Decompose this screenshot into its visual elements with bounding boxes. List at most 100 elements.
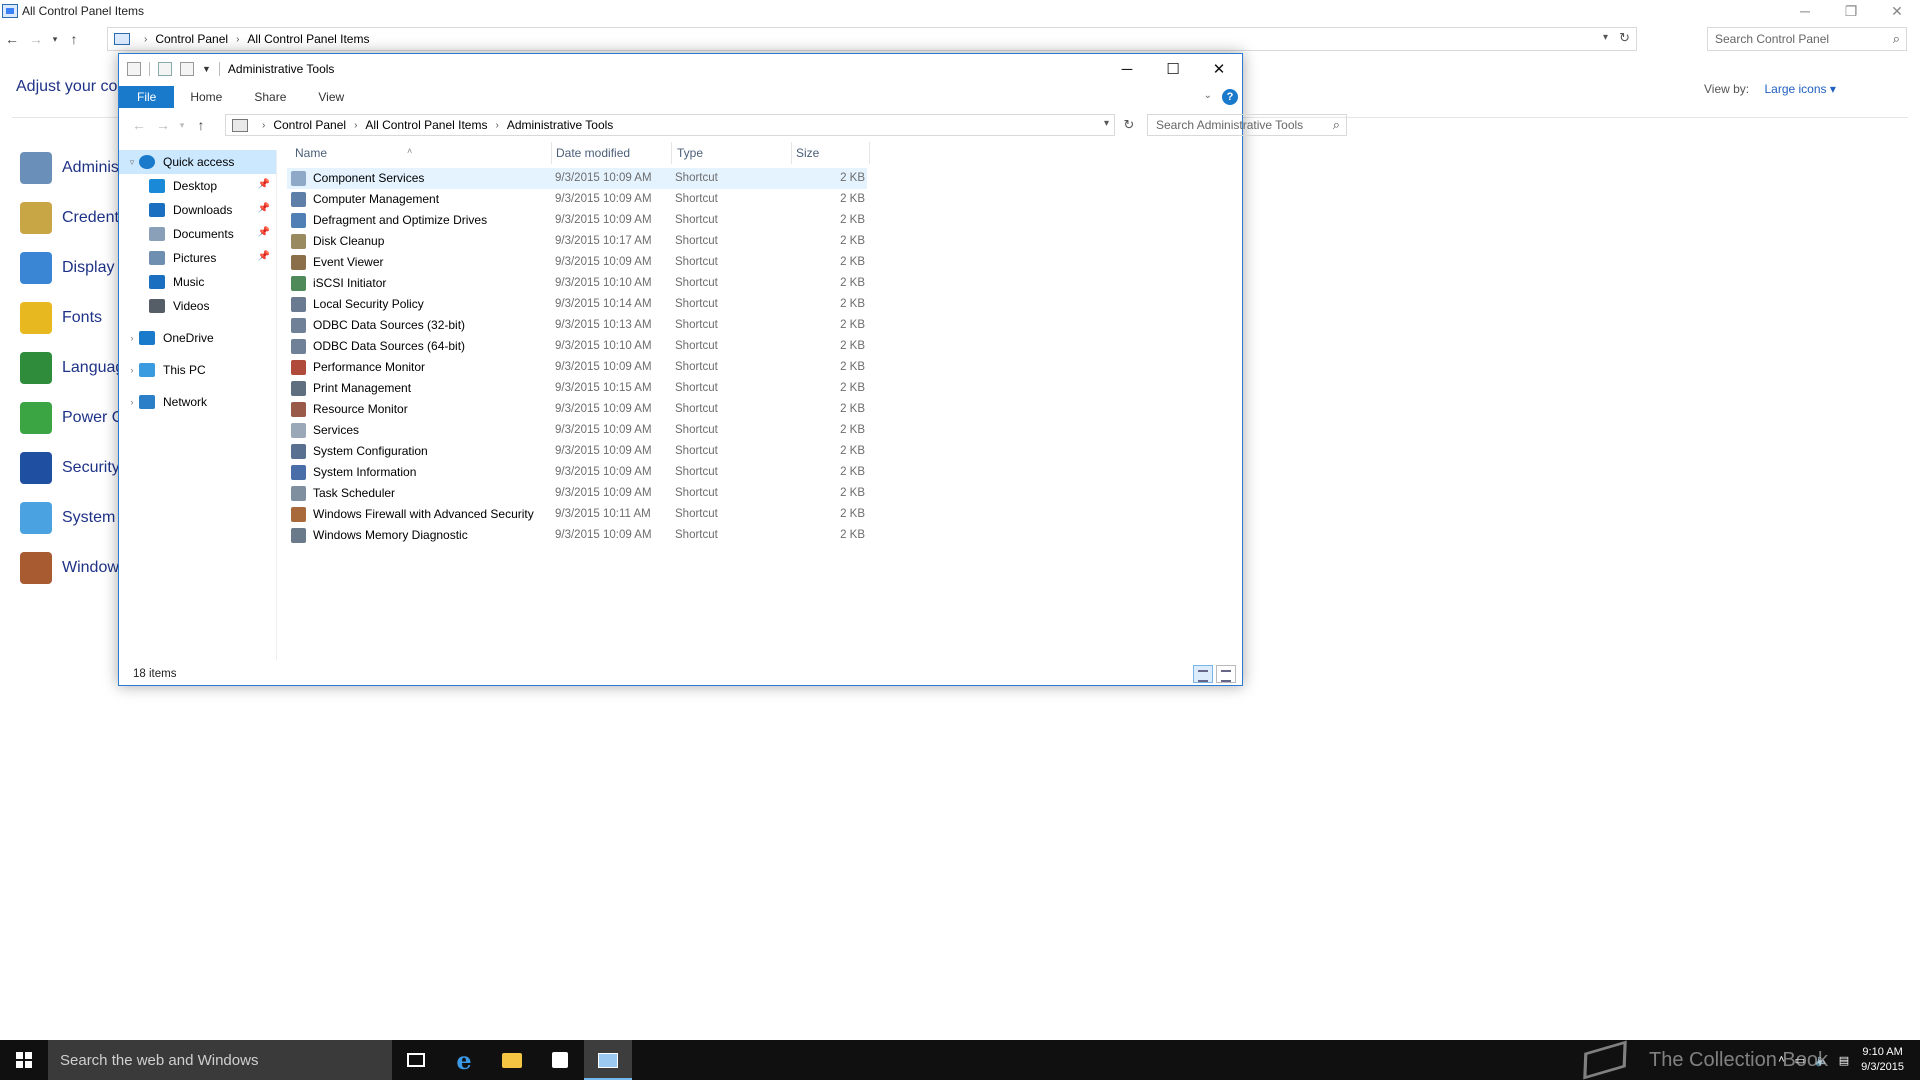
table-row[interactable]: System Information 9/3/2015 10:09 AM Short… bbox=[287, 462, 867, 483]
cp-search-input[interactable]: Search Control Panel ⌕ bbox=[1707, 27, 1907, 51]
table-row[interactable]: Services 9/3/2015 10:09 AM Shortcut 2 KB bbox=[287, 420, 867, 441]
table-row[interactable]: Windows Memory Diagnostic 9/3/2015 10:09 … bbox=[287, 525, 867, 546]
table-row[interactable]: Component Services 9/3/2015 10:09 AM Short… bbox=[287, 168, 867, 189]
customize-qat-icon[interactable]: ▼ bbox=[202, 64, 211, 74]
refresh-icon[interactable]: ↻ bbox=[1619, 30, 1630, 46]
table-row[interactable]: Disk Cleanup 9/3/2015 10:17 AM Shortcut 2 K… bbox=[287, 231, 867, 252]
cp-item[interactable]: Power O bbox=[20, 398, 130, 438]
crumb-control-panel[interactable]: Control Panel bbox=[273, 118, 346, 132]
cp-item[interactable]: Display bbox=[20, 248, 130, 288]
pin-icon[interactable]: 📌 bbox=[258, 251, 270, 262]
refresh-icon[interactable]: ↻ bbox=[1119, 114, 1139, 136]
column-separator[interactable] bbox=[791, 142, 792, 164]
cp-item[interactable]: Fonts bbox=[20, 298, 130, 338]
new-folder-icon[interactable] bbox=[180, 62, 194, 76]
tab-file[interactable]: File bbox=[119, 86, 175, 108]
minimize-button[interactable]: ─ bbox=[1104, 54, 1150, 84]
cp-breadcrumb[interactable]: › Control Panel › All Control Panel Items … bbox=[107, 27, 1637, 51]
expand-icon[interactable]: › bbox=[125, 397, 139, 407]
chevron-down-icon[interactable]: ▾ bbox=[1104, 118, 1109, 129]
cp-restore-button[interactable]: ❐ bbox=[1828, 0, 1874, 22]
forward-button[interactable]: → bbox=[151, 113, 175, 137]
tab-share[interactable]: Share bbox=[238, 86, 302, 108]
task-view-button[interactable] bbox=[392, 1040, 440, 1080]
sidebar-item[interactable]: Desktop 📌 bbox=[119, 174, 276, 198]
sidebar-item[interactable]: › This PC bbox=[119, 358, 276, 382]
crumb-administrative-tools[interactable]: Administrative Tools bbox=[507, 118, 614, 132]
table-row[interactable]: Windows Firewall with Advanced Security 9… bbox=[287, 504, 867, 525]
store-button[interactable] bbox=[536, 1040, 584, 1080]
pin-icon[interactable]: 📌 bbox=[258, 179, 270, 190]
sidebar-item[interactable]: Documents 📌 bbox=[119, 222, 276, 246]
table-row[interactable]: Task Scheduler 9/3/2015 10:09 AM Shortcut 2… bbox=[287, 483, 867, 504]
table-row[interactable]: System Configuration 9/3/2015 10:09 AM Sho… bbox=[287, 441, 867, 462]
control-panel-taskbar-button[interactable] bbox=[584, 1040, 632, 1080]
edge-button[interactable]: e bbox=[440, 1040, 488, 1080]
column-header-name[interactable]: Name bbox=[295, 146, 327, 160]
view-by-dropdown[interactable]: Large icons ▾ bbox=[1764, 82, 1835, 96]
details-view-button[interactable] bbox=[1193, 665, 1213, 683]
cp-back-button[interactable]: ← bbox=[0, 27, 24, 51]
cp-up-button[interactable]: ↑ bbox=[62, 27, 86, 51]
start-button[interactable] bbox=[0, 1040, 48, 1080]
help-icon[interactable]: ? bbox=[1222, 89, 1238, 105]
sidebar-item[interactable]: › OneDrive bbox=[119, 326, 276, 350]
table-row[interactable]: ODBC Data Sources (64-bit) 9/3/2015 10:10… bbox=[287, 336, 867, 357]
crumb-all-control-panel-items[interactable]: All Control Panel Items bbox=[365, 118, 487, 132]
cp-item[interactable]: Window bbox=[20, 548, 130, 588]
sidebar-item[interactable]: Downloads 📌 bbox=[119, 198, 276, 222]
cp-close-button[interactable]: ✕ bbox=[1874, 0, 1920, 22]
expand-icon[interactable]: › bbox=[125, 333, 139, 343]
cp-item[interactable]: Administ bbox=[20, 148, 130, 188]
table-row[interactable]: Local Security Policy 9/3/2015 10:14 AM Sh… bbox=[287, 294, 867, 315]
cp-minimize-button[interactable]: ─ bbox=[1782, 0, 1828, 22]
tab-view[interactable]: View bbox=[302, 86, 360, 108]
cp-recent-locations-button[interactable]: ▾ bbox=[48, 27, 62, 51]
cp-item[interactable]: System bbox=[20, 498, 130, 538]
cp-crumb-control-panel[interactable]: Control Panel bbox=[155, 32, 228, 46]
table-row[interactable]: iSCSI Initiator 9/3/2015 10:10 AM Shortcut… bbox=[287, 273, 867, 294]
table-row[interactable]: Performance Monitor 9/3/2015 10:09 AM Shor… bbox=[287, 357, 867, 378]
column-header-date[interactable]: Date modified bbox=[556, 146, 630, 160]
close-button[interactable]: ✕ bbox=[1196, 54, 1242, 84]
maximize-button[interactable]: ☐ bbox=[1150, 54, 1196, 84]
column-separator[interactable] bbox=[869, 142, 870, 164]
sidebar-item[interactable]: › Network bbox=[119, 390, 276, 414]
table-row[interactable]: Resource Monitor 9/3/2015 10:09 AM Shortcu… bbox=[287, 399, 867, 420]
table-row[interactable]: Event Viewer 9/3/2015 10:09 AM Shortcut 2 K… bbox=[287, 252, 867, 273]
cp-forward-button[interactable]: → bbox=[24, 27, 48, 51]
recent-locations-button[interactable]: ▾ bbox=[175, 113, 189, 137]
cp-item[interactable]: Languag bbox=[20, 348, 130, 388]
up-button[interactable]: ↑ bbox=[189, 113, 213, 137]
chevron-down-icon[interactable]: ▾ bbox=[1603, 32, 1608, 43]
taskbar-search-input[interactable]: Search the web and Windows bbox=[48, 1040, 392, 1080]
file-explorer-button[interactable] bbox=[488, 1040, 536, 1080]
column-separator[interactable] bbox=[551, 142, 552, 164]
sidebar-item[interactable]: ▿ Quick access bbox=[119, 150, 276, 174]
cp-item[interactable]: Security bbox=[20, 448, 130, 488]
expand-icon[interactable]: ▿ bbox=[125, 157, 139, 168]
explorer-search-input[interactable]: Search Administrative Tools ⌕ bbox=[1147, 114, 1347, 136]
column-header-size[interactable]: Size bbox=[796, 146, 819, 160]
cp-item[interactable]: Credent bbox=[20, 198, 130, 238]
explorer-breadcrumb[interactable]: › Control Panel › All Control Panel Items … bbox=[225, 114, 1115, 136]
sidebar-item[interactable]: Music bbox=[119, 270, 276, 294]
taskbar-clock[interactable]: 9:10 AM 9/3/2015 bbox=[1861, 1045, 1904, 1075]
sidebar-item[interactable]: Videos bbox=[119, 294, 276, 318]
expand-icon[interactable]: › bbox=[125, 365, 139, 375]
back-button[interactable]: ← bbox=[127, 113, 151, 137]
large-icons-view-button[interactable] bbox=[1216, 665, 1236, 683]
table-row[interactable]: Computer Management 9/3/2015 10:09 AM Shor… bbox=[287, 189, 867, 210]
column-separator[interactable] bbox=[671, 142, 672, 164]
pin-icon[interactable]: 📌 bbox=[258, 227, 270, 238]
column-header-type[interactable]: Type bbox=[677, 146, 703, 160]
cp-crumb-all-items[interactable]: All Control Panel Items bbox=[247, 32, 369, 46]
properties-icon[interactable] bbox=[158, 62, 172, 76]
expand-ribbon-icon[interactable]: ⌄ bbox=[1204, 90, 1212, 101]
pin-icon[interactable]: 📌 bbox=[258, 203, 270, 214]
sidebar-item[interactable]: Pictures 📌 bbox=[119, 246, 276, 270]
action-center-icon[interactable]: ▤ bbox=[1839, 1054, 1849, 1067]
tab-home[interactable]: Home bbox=[174, 86, 238, 108]
table-row[interactable]: Print Management 9/3/2015 10:15 AM Shortcu… bbox=[287, 378, 867, 399]
table-row[interactable]: ODBC Data Sources (32-bit) 9/3/2015 10:13… bbox=[287, 315, 867, 336]
